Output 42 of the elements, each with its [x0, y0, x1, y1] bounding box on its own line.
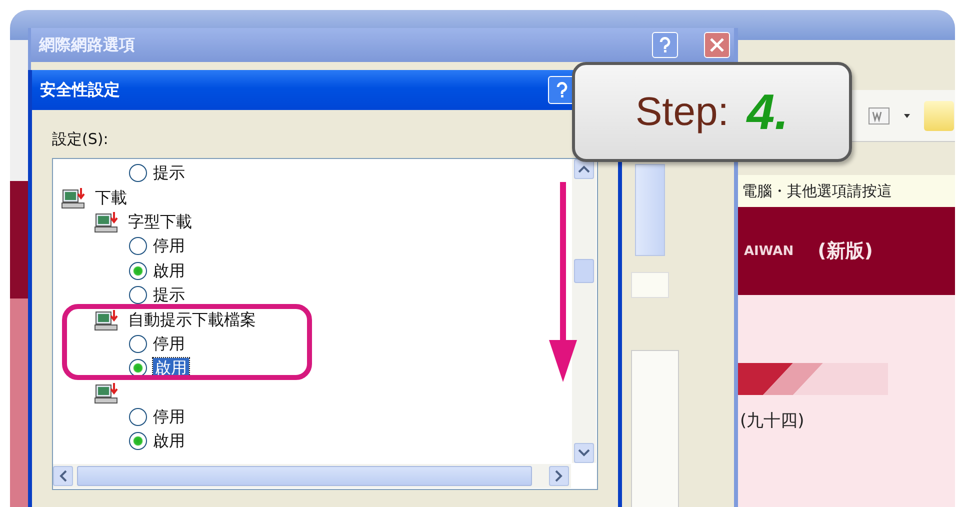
- settings-label: 設定(S):: [52, 130, 110, 150]
- radio-button[interactable]: [129, 164, 147, 182]
- scroll-thumb[interactable]: [574, 259, 594, 283]
- banner-subtitle: (新版): [818, 239, 873, 264]
- option-label[interactable]: 停用: [153, 407, 185, 428]
- radio-button[interactable]: [129, 286, 147, 304]
- word-icon[interactable]: [868, 106, 890, 124]
- help-icon: [555, 82, 569, 98]
- category-label: 字型下載: [128, 212, 192, 232]
- year-text: (九十四): [740, 410, 804, 432]
- scroll-right-icon[interactable]: [549, 466, 569, 486]
- option-label[interactable]: 提示: [153, 163, 185, 184]
- step-number: 4.: [746, 83, 789, 141]
- close-button[interactable]: [704, 32, 730, 58]
- vertical-scrollbar[interactable]: [572, 159, 596, 463]
- radio-button[interactable]: [129, 408, 147, 426]
- option-label[interactable]: 啟用: [153, 260, 185, 281]
- step-label: Step:: [635, 90, 729, 134]
- option-label[interactable]: 停用: [153, 334, 185, 354]
- radio-button[interactable]: [129, 432, 147, 450]
- dialog-title: 安全性設定: [40, 80, 121, 100]
- category-label: 下載: [95, 188, 127, 208]
- notice-text: 電腦・其他選項請按這: [741, 182, 892, 200]
- option-label[interactable]: 啟用: [153, 431, 185, 452]
- option-label[interactable]: 提示: [153, 285, 185, 306]
- text-field[interactable]: [631, 272, 669, 298]
- dropdown-caret-icon[interactable]: [904, 114, 910, 118]
- scroll-up-icon[interactable]: [574, 159, 594, 179]
- scroll-thumb[interactable]: [77, 466, 532, 486]
- dialog-title: 網際網路選項: [39, 34, 136, 56]
- help-icon: [658, 37, 672, 53]
- option-label[interactable]: 停用: [153, 236, 185, 256]
- close-icon: [709, 37, 725, 53]
- vertical-scrollbar[interactable]: [635, 164, 665, 256]
- banner-text: AIWAN: [744, 244, 794, 258]
- radio-button[interactable]: [129, 334, 147, 353]
- horizontal-scrollbar[interactable]: [53, 464, 571, 488]
- scroll-left-icon[interactable]: [53, 466, 73, 486]
- category-label: 自動提示下載檔案: [128, 310, 256, 330]
- radio-button[interactable]: [129, 262, 147, 280]
- radio-button[interactable]: [129, 237, 147, 256]
- scroll-down-icon[interactable]: [574, 443, 594, 463]
